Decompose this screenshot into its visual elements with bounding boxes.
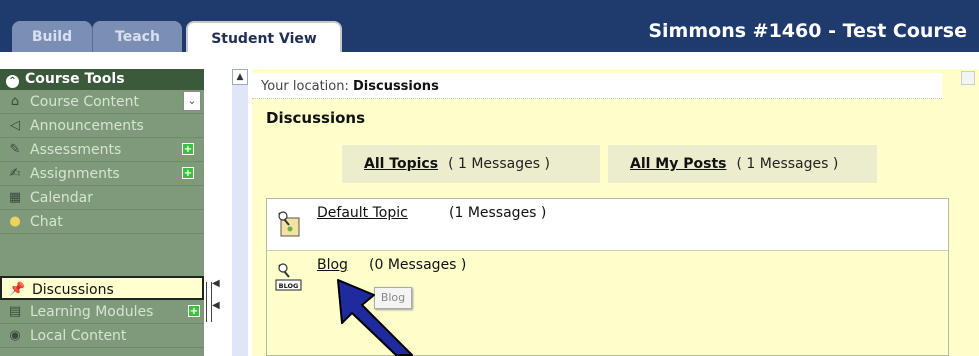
all-topics-count: ( 1 Messages ) <box>448 156 550 172</box>
sidebar-item-label: Calendar <box>30 190 93 206</box>
plus-badge-icon: + <box>182 143 194 155</box>
breadcrumb-prefix: Your location: <box>261 79 349 94</box>
tab-teach[interactable]: Teach <box>92 21 182 52</box>
breadcrumb-current: Discussions <box>353 79 439 94</box>
assignment-icon: ✍ <box>9 166 21 181</box>
home-icon: ⌂ <box>10 94 20 109</box>
sidebar-item-label: Assignments <box>30 166 120 182</box>
megaphone-icon: ◁ <box>10 118 20 133</box>
sidebar-item-assessments[interactable]: ✎ Assessments + <box>0 138 204 162</box>
my-posts-count: ( 1 Messages ) <box>736 156 839 172</box>
sidebar-item-discussions[interactable]: 📌 Discussions <box>0 276 204 300</box>
blog-pushpin-icon: BLOG <box>275 263 302 291</box>
sidebar-item-label: Local Content <box>30 328 127 344</box>
blog-badge: BLOG <box>279 282 299 290</box>
sidebar-item-label: Chat <box>30 214 63 230</box>
collapse-circle-icon[interactable]: ⌃ <box>6 75 19 88</box>
sidebar-item-chat[interactable]: ● Chat <box>0 210 204 234</box>
topic-link-default[interactable]: Default Topic <box>317 205 408 221</box>
sidebar-item-calendar[interactable]: ▦ Calendar <box>0 186 204 210</box>
sidebar-item-local-content[interactable]: ◉ Local Content <box>0 324 204 348</box>
sidebar-item-announcements[interactable]: ◁ Announcements <box>0 114 204 138</box>
plus-badge-icon: + <box>188 305 200 317</box>
assessment-icon: ✎ <box>9 142 21 157</box>
course-tools-label: Course Tools <box>25 71 125 87</box>
calendar-icon: ▦ <box>8 190 22 205</box>
plus-badge-icon: + <box>182 167 194 179</box>
course-title: Simmons #1460 - Test Course <box>648 20 967 42</box>
sidebar-item-label: Announcements <box>30 118 144 134</box>
sidebar-item-label: Assessments <box>30 142 122 158</box>
breadcrumb: Your location: Discussions <box>252 73 942 99</box>
sidebar-item-learning-modules[interactable]: ▤ Learning Modules + <box>0 300 204 324</box>
content-scrollbar[interactable] <box>961 71 975 85</box>
collapse-arrows-icon[interactable]: ◀ ◀ <box>212 278 224 328</box>
topic-count: (1 Messages ) <box>449 205 547 221</box>
tab-student-view[interactable]: Student View <box>186 21 342 52</box>
all-topics-link[interactable]: All Topics <box>364 156 438 172</box>
chevron-down-icon[interactable]: ⌄ <box>183 91 201 111</box>
module-icon: ▤ <box>8 304 22 319</box>
page-title: Discussions <box>266 109 366 127</box>
sidebar-item-course-content[interactable]: ⌂ Course Content ⌄ <box>0 90 204 114</box>
course-tools-header[interactable]: ⌃ Course Tools <box>0 69 204 90</box>
pushpin-icon: 📌 <box>9 282 26 297</box>
sidebar-item-assignments[interactable]: ✍ Assignments + <box>0 162 204 186</box>
pushpin-icon <box>278 211 300 237</box>
chat-bubble-icon: ● <box>9 214 21 229</box>
course-tools-sidebar: ⌃ Course Tools ⌂ Course Content ⌄ ◁ Annou… <box>0 69 204 356</box>
sidebar-scrollbar[interactable] <box>232 69 248 356</box>
sidebar-item-label: Course Content <box>30 94 140 110</box>
filter-all-topics: All Topics ( 1 Messages ) <box>342 145 600 183</box>
sidebar-item-label: Learning Modules <box>30 304 154 320</box>
tab-build[interactable]: Build <box>12 21 92 52</box>
disc-icon: ◉ <box>9 328 21 343</box>
top-bar: Build Teach Student View Simmons #1460 -… <box>0 0 979 52</box>
my-posts-link[interactable]: All My Posts <box>630 156 726 172</box>
filter-my-posts: All My Posts ( 1 Messages ) <box>608 145 877 183</box>
list-item: Default Topic (1 Messages ) <box>267 199 948 251</box>
scroll-up-icon[interactable]: ▲ <box>232 69 248 85</box>
topic-count: (0 Messages ) <box>369 257 467 273</box>
topic-link-blog[interactable]: Blog <box>317 257 348 273</box>
sidebar-item-label: Discussions <box>32 282 114 298</box>
pointer-arrow-icon <box>337 279 413 356</box>
